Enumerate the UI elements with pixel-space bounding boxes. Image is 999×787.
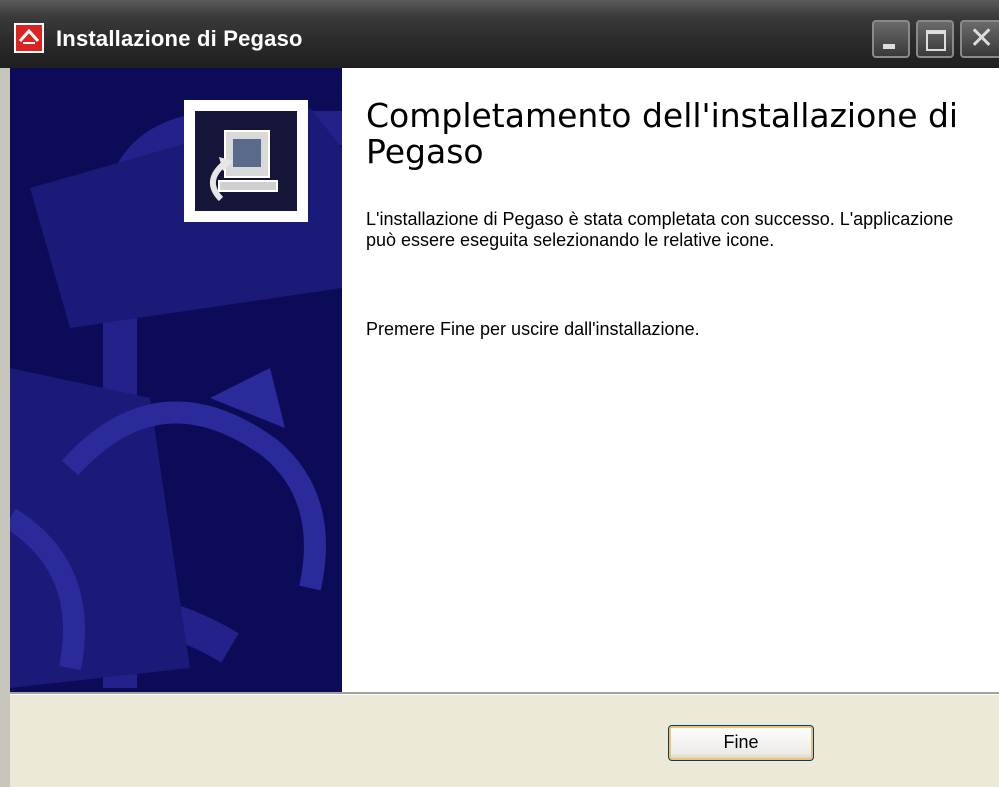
finish-button[interactable]: Fine bbox=[668, 725, 814, 761]
exit-instruction: Premere Fine per uscire dall'installazio… bbox=[366, 319, 700, 339]
window-title: Installazione di Pegaso bbox=[56, 26, 303, 51]
content-panel: Completamento dell'installazione di Pega… bbox=[342, 68, 999, 692]
banner-icon-frame bbox=[184, 100, 308, 222]
installer-banner bbox=[10, 68, 342, 692]
close-button[interactable]: ✕ bbox=[960, 20, 999, 58]
footer: Fine bbox=[10, 695, 999, 787]
close-icon: ✕ bbox=[969, 21, 995, 56]
page-title: Completamento dell'installazione di Pega… bbox=[366, 96, 959, 171]
title-bar[interactable]: Installazione di Pegaso ✕ bbox=[0, 0, 999, 69]
completion-message: L'installazione di Pegaso è stata comple… bbox=[366, 209, 954, 250]
maximize-button[interactable] bbox=[916, 20, 954, 58]
minimize-button[interactable] bbox=[872, 20, 910, 58]
computer-install-icon bbox=[195, 111, 297, 211]
installer-window: Installazione di Pegaso ✕ Completamento … bbox=[0, 0, 999, 787]
pegaso-app-icon[interactable] bbox=[14, 23, 44, 53]
